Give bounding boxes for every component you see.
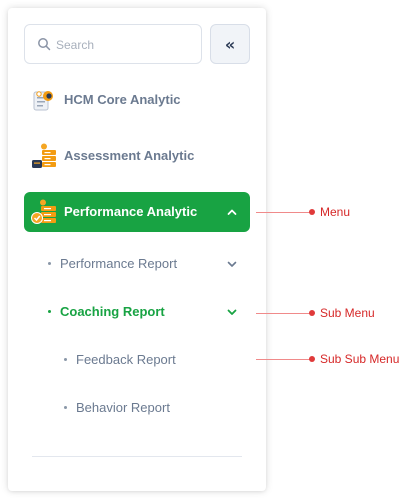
submenu-item-label: Coaching Report <box>60 304 165 319</box>
bullet-dot <box>64 406 67 409</box>
chevron-down-icon[interactable] <box>226 258 238 270</box>
annotation-line-menu <box>256 212 312 213</box>
menu-item-assessment-analytic[interactable]: Assessment Analytic <box>24 136 250 176</box>
subsubmenu-item-label: Feedback Report <box>76 352 176 367</box>
annotation-dot-sub-sub-menu <box>309 356 315 362</box>
submenu-item-label: Performance Report <box>60 256 178 271</box>
bullet-dot <box>48 262 51 265</box>
subsubmenu-item-feedback-report[interactable]: Feedback Report <box>56 348 250 372</box>
menu-item-label: HCM Core Analytic <box>64 92 181 107</box>
chevron-up-icon[interactable] <box>226 206 238 218</box>
menu-item-performance-analytic[interactable]: Performance Analytic <box>24 192 250 232</box>
hcm-core-analytic-icon <box>33 91 53 111</box>
search-box[interactable] <box>24 24 202 64</box>
annotation-label-sub-sub-menu: Sub Sub Menu <box>320 352 400 366</box>
collapse-sidebar-button[interactable]: « <box>210 24 250 64</box>
bullet-dot <box>48 310 51 313</box>
performance-analytic-icon <box>31 199 56 224</box>
menu-item-hcm-core-analytic[interactable]: HCM Core Analytic <box>24 80 250 120</box>
annotation-line-sub-menu <box>256 313 312 314</box>
subsubmenu-item-behavior-report[interactable]: Behavior Report <box>56 396 250 420</box>
double-chevron-left-icon: « <box>224 34 236 54</box>
annotation-dot-menu <box>309 209 315 215</box>
annotation-label-menu: Menu <box>320 205 351 219</box>
menu-item-label: Assessment Analytic <box>64 148 195 163</box>
submenu-item-coaching-report[interactable]: Coaching Report <box>40 300 250 324</box>
search-icon <box>38 38 51 51</box>
annotation-dot-sub-menu <box>309 310 315 316</box>
chevron-down-icon[interactable] <box>226 306 238 318</box>
annotation-label-sub-menu: Sub Menu <box>320 306 375 320</box>
search-input[interactable] <box>56 35 196 55</box>
bullet-dot <box>64 358 67 361</box>
assessment-analytic-icon <box>32 143 56 168</box>
submenu-item-performance-report[interactable]: Performance Report <box>40 252 250 276</box>
divider <box>32 456 242 457</box>
subsubmenu-item-label: Behavior Report <box>76 400 170 415</box>
annotation-line-sub-sub-menu <box>256 359 312 360</box>
menu-item-label: Performance Analytic <box>64 204 198 219</box>
